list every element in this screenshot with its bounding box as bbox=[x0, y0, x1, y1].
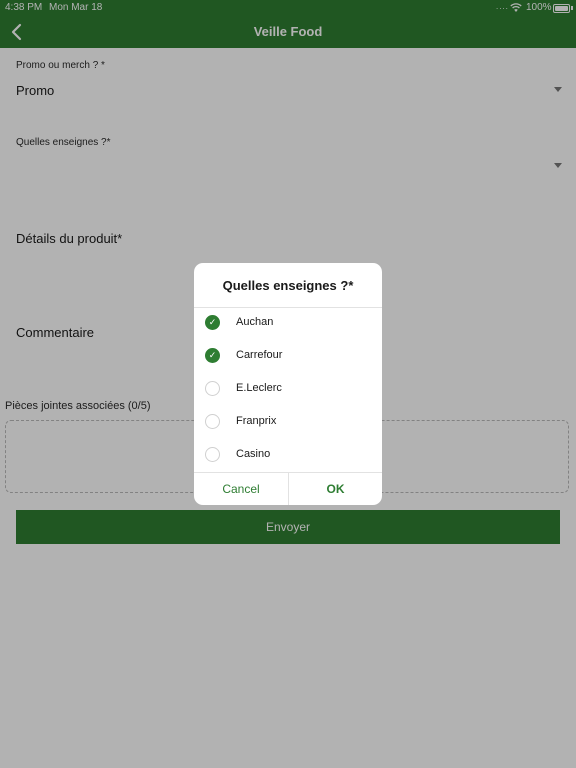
option-carrefour[interactable]: ✓ Carrefour bbox=[194, 340, 382, 373]
option-auchan[interactable]: ✓ Auchan bbox=[194, 307, 382, 340]
option-label: Carrefour bbox=[236, 349, 283, 361]
unchecked-circle-icon bbox=[205, 447, 220, 462]
unchecked-circle-icon bbox=[205, 414, 220, 429]
option-casino[interactable]: Casino bbox=[194, 439, 382, 472]
dialog-actions: Cancel OK bbox=[194, 472, 382, 505]
option-label: Casino bbox=[236, 448, 271, 460]
option-label: E.Leclerc bbox=[236, 382, 282, 394]
checked-icon: ✓ bbox=[205, 315, 220, 330]
cancel-button[interactable]: Cancel bbox=[194, 473, 288, 505]
enseignes-dialog: Quelles enseignes ?* ✓ Auchan ✓ Carrefou… bbox=[194, 263, 382, 505]
unchecked-circle-icon bbox=[205, 381, 220, 396]
option-eleclerc[interactable]: E.Leclerc bbox=[194, 373, 382, 406]
option-label: Franprix bbox=[236, 415, 277, 427]
option-franprix[interactable]: Franprix bbox=[194, 406, 382, 439]
option-label: Auchan bbox=[236, 316, 274, 328]
ok-button[interactable]: OK bbox=[288, 473, 382, 505]
checked-icon: ✓ bbox=[205, 348, 220, 363]
dialog-title: Quelles enseignes ?* bbox=[222, 278, 354, 293]
